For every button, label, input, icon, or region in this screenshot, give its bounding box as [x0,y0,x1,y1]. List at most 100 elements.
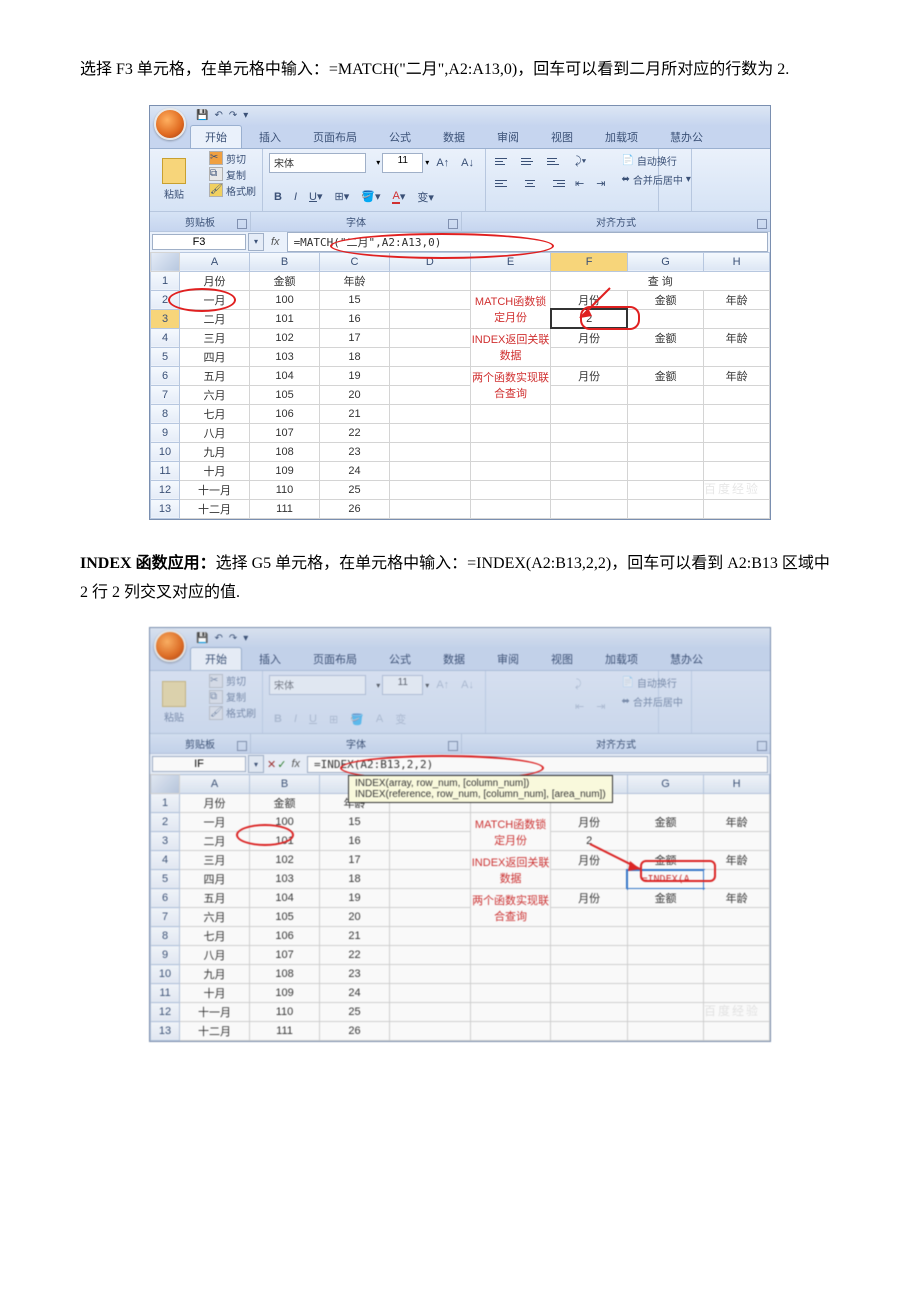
cell-g7[interactable] [627,908,703,927]
tab-home[interactable]: 开始 [190,647,242,670]
cell-f10[interactable] [551,442,627,461]
cell-c3[interactable]: 16 [320,832,390,851]
format-painter-button[interactable]: 🖌格式刷 [209,183,256,198]
qat-more-icon[interactable]: ▾ [243,110,248,121]
cell-f8[interactable] [551,404,627,423]
cell-f10[interactable] [551,965,627,984]
cell-f11[interactable] [551,461,627,480]
cell-h4[interactable]: 年龄 [704,851,770,870]
row-header-10[interactable]: 10 [151,442,180,461]
cell-d4[interactable] [389,328,470,347]
row-header-5[interactable]: 5 [151,870,180,889]
row-header-7[interactable]: 7 [151,908,180,927]
cell-f5[interactable] [551,347,627,366]
cell-d8[interactable] [389,927,470,946]
cell-a2[interactable]: 一月 [180,813,250,832]
font-size-combo[interactable]: 11 [382,153,423,173]
cell-g5[interactable]: =INDEX(A [627,870,703,889]
tab-view[interactable]: 视图 [536,125,588,148]
cell-e12[interactable] [470,480,551,499]
align-center-button[interactable] [518,175,542,193]
cell-a2[interactable]: 一月 [180,290,250,309]
cell-c13[interactable]: 26 [320,499,390,518]
cell-c6[interactable]: 19 [320,366,390,385]
cell-d6[interactable] [389,889,470,908]
col-header-a[interactable]: A [180,252,250,271]
cell-e12[interactable] [470,1003,551,1022]
cell-b10[interactable]: 108 [250,965,320,984]
cell-g11[interactable] [627,984,703,1003]
cell-b11[interactable]: 109 [250,984,320,1003]
cell-e13[interactable] [470,1022,551,1041]
cell-f2[interactable]: 月份 [551,813,627,832]
cell-e1[interactable] [470,271,551,290]
cell-a7[interactable]: 六月 [180,385,250,404]
cell-h9[interactable] [704,423,770,442]
cell-e4-5[interactable]: INDEX返回关联数据 [470,328,551,366]
cell-a13[interactable]: 十二月 [180,1022,250,1041]
save-icon[interactable]: 💾 [196,110,208,121]
cell-d10[interactable] [389,965,470,984]
cell-c4[interactable]: 17 [320,851,390,870]
cell-a5[interactable]: 四月 [180,870,250,889]
cell-d1[interactable] [389,271,470,290]
cell-f8[interactable] [551,927,627,946]
cell-a13[interactable]: 十二月 [180,499,250,518]
cell-b13[interactable]: 111 [250,1022,320,1041]
cell-f13[interactable] [551,499,627,518]
row-header-7[interactable]: 7 [151,385,180,404]
paste-button[interactable]: 粘贴 [156,151,192,209]
cell-d5[interactable] [389,870,470,889]
tab-insert[interactable]: 插入 [244,647,296,670]
cell-g12[interactable] [627,1003,703,1022]
cell-a3[interactable]: 二月 [180,309,250,328]
cell-b1[interactable]: 金额 [250,271,320,290]
cell-b5[interactable]: 103 [250,347,320,366]
cell-g11[interactable] [627,461,703,480]
cell-e8[interactable] [470,404,551,423]
enter-icon[interactable]: ✓ [277,758,286,771]
cell-g4[interactable]: 金额 [627,328,703,347]
row-header-8[interactable]: 8 [151,404,180,423]
cell-a12[interactable]: 十一月 [180,480,250,499]
dialog-launcher-icon[interactable] [448,219,458,229]
cell-a6[interactable]: 五月 [180,366,250,385]
cell-g9[interactable] [627,423,703,442]
row-header-2[interactable]: 2 [151,813,180,832]
cell-g13[interactable] [627,499,703,518]
cell-e8[interactable] [470,927,551,946]
cell-b2[interactable]: 100 [250,813,320,832]
name-box-dropdown[interactable]: ▾ [248,233,264,251]
cell-h8[interactable] [704,927,770,946]
cell-f4[interactable]: 月份 [551,851,627,870]
fx-icon[interactable]: fx [267,236,284,248]
tab-review[interactable]: 审阅 [482,647,534,670]
cell-c10[interactable]: 23 [320,965,390,984]
cell-a3[interactable]: 二月 [180,832,250,851]
cell-g7[interactable] [627,385,703,404]
cell-c4[interactable]: 17 [320,328,390,347]
cell-b8[interactable]: 106 [250,927,320,946]
dialog-launcher-icon[interactable] [237,219,247,229]
col-header-b[interactable]: B [250,252,320,271]
row-header-1[interactable]: 1 [151,271,180,290]
cell-h4[interactable]: 年龄 [704,328,770,347]
col-header-g[interactable]: G [627,252,703,271]
cell-d11[interactable] [389,984,470,1003]
cell-a12[interactable]: 十一月 [180,1003,250,1022]
fill-color-button[interactable]: 🪣▾ [356,188,385,205]
cell-f4[interactable]: 月份 [551,328,627,347]
cell-a8[interactable]: 七月 [180,927,250,946]
cell-h10[interactable] [704,442,770,461]
cell-d11[interactable] [389,461,470,480]
align-middle-button[interactable] [518,153,542,171]
cell-h2[interactable]: 年龄 [704,813,770,832]
cell-d13[interactable] [389,499,470,518]
cell-f11[interactable] [551,984,627,1003]
row-header-3[interactable]: 3 [151,309,180,328]
cell-c8[interactable]: 21 [320,404,390,423]
cell-g9[interactable] [627,946,703,965]
orientation-button[interactable]: ⤸▾ [570,153,591,171]
cell-f7[interactable] [551,908,627,927]
indent-inc-button[interactable]: ⇥ [591,175,610,193]
